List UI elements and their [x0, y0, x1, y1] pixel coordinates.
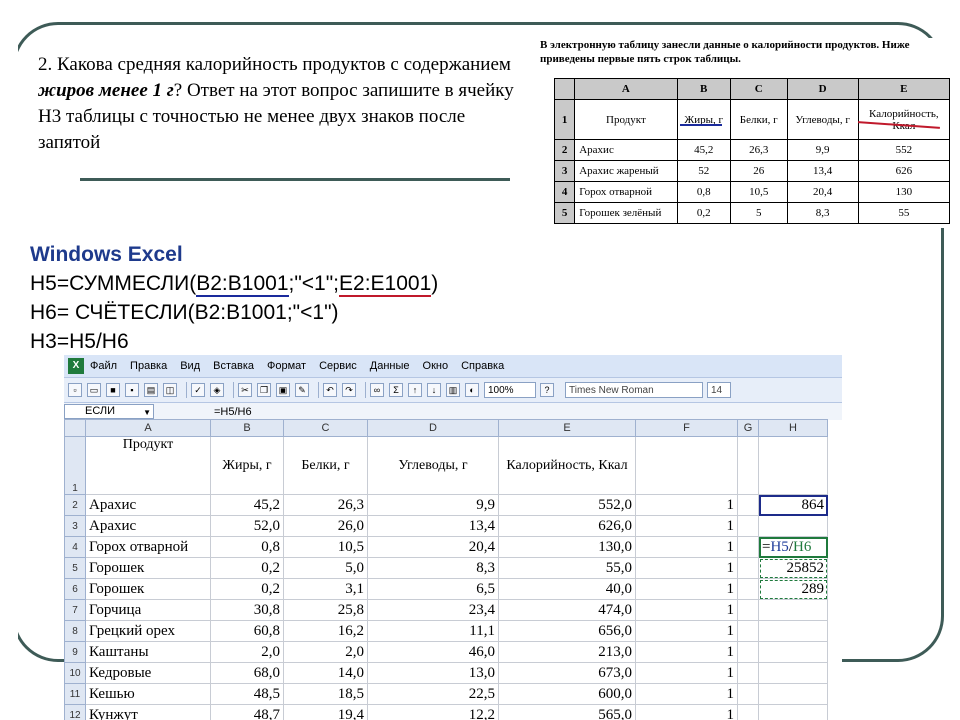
mini-table-panel: В электронную таблицу занесли данные о к…: [540, 38, 951, 228]
open-icon[interactable]: ▭: [87, 383, 101, 397]
font-size-select[interactable]: 14: [707, 382, 731, 398]
col-header-a[interactable]: A: [85, 419, 211, 437]
table-row: 4 Горох отварной 0,8 10,5 20,4 130,0 1 =…: [64, 536, 828, 558]
mini-table-row: 5 Горошек зелёный 0,2 5 8,3 55: [553, 202, 951, 224]
col-header-d[interactable]: D: [367, 419, 499, 437]
save-icon[interactable]: ■: [106, 383, 120, 397]
permission-icon[interactable]: ▪: [125, 383, 139, 397]
sort-desc-icon[interactable]: ↓: [427, 383, 441, 397]
divider-line: [80, 178, 510, 181]
formula-block: Windows Excel H5=СУММЕСЛИ(B2:B1001;"<1";…: [30, 240, 438, 356]
redo-icon[interactable]: ↷: [342, 383, 356, 397]
sort-asc-icon[interactable]: ↑: [408, 383, 422, 397]
table-row: 6 Горошек 0,2 3,1 6,5 40,0 1 289: [64, 578, 828, 600]
new-icon[interactable]: ▫: [68, 383, 82, 397]
col-header-b[interactable]: B: [210, 419, 284, 437]
menu-window[interactable]: Окно: [423, 360, 449, 372]
column-header-row: A B C D E F G H: [64, 419, 828, 437]
menu-tools[interactable]: Сервис: [319, 360, 357, 372]
col-header-g[interactable]: G: [737, 419, 759, 437]
question-emphasis: жиров менее 1 г: [38, 80, 174, 101]
menu-insert[interactable]: Вставка: [213, 360, 254, 372]
cell-h2[interactable]: 864: [758, 494, 828, 516]
cell-h4-editing[interactable]: =H5/H6: [758, 536, 828, 558]
help-icon[interactable]: ?: [540, 383, 554, 397]
mini-table-row: 2 Арахис 45,2 26,3 9,9 552: [553, 139, 951, 161]
print-icon[interactable]: ▤: [144, 383, 158, 397]
excel-window: X Файл Правка Вид Вставка Формат Сервис …: [64, 355, 842, 720]
cell-h3[interactable]: [758, 515, 828, 537]
undo-icon[interactable]: ↶: [323, 383, 337, 397]
spreadsheet-grid: A B C D E F G H 1 Продукт Жиры, г Белки,…: [64, 419, 828, 720]
fat-underline: [680, 124, 722, 126]
table-row: 2 Арахис 45,2 26,3 9,9 552,0 1 864: [64, 494, 828, 516]
research-icon[interactable]: ◈: [210, 383, 224, 397]
cell-h5[interactable]: 25852: [758, 557, 828, 579]
table-row: 7 Горчица 30,8 25,8 23,4 474,0 1: [64, 599, 828, 621]
mini-table-caption: В электронную таблицу занесли данные о к…: [540, 39, 910, 65]
formula-h5: H5=СУММЕСЛИ(B2:B1001;"<1";E2:E1001): [30, 272, 439, 297]
cut-icon[interactable]: ✂: [238, 383, 252, 397]
hyperlink-icon[interactable]: ∞: [370, 383, 384, 397]
question-text: 2. Какова средняя калорийность продуктов…: [38, 54, 514, 153]
table-row: 5 Горошек 0,2 5,0 8,3 55,0 1 25852: [64, 557, 828, 579]
menu-bar: X Файл Правка Вид Вставка Формат Сервис …: [64, 355, 842, 377]
chart-icon[interactable]: ▥: [446, 383, 460, 397]
formulas-title: Windows Excel: [30, 243, 183, 266]
format-painter-icon[interactable]: ✎: [295, 383, 309, 397]
formula-bar: ЕСЛИ ▼ =H5/H6: [64, 402, 842, 420]
name-box[interactable]: ЕСЛИ ▼: [64, 404, 154, 419]
menu-edit[interactable]: Правка: [130, 360, 167, 372]
chevron-down-icon[interactable]: ▼: [143, 406, 151, 419]
table-row: 8 Грецкий орех 60,8 16,2 11,1 656,0 1: [64, 620, 828, 642]
drawing-icon[interactable]: ◐: [465, 383, 479, 397]
excel-app-icon[interactable]: X: [68, 358, 84, 374]
autosum-icon[interactable]: Σ: [389, 383, 403, 397]
menu-help[interactable]: Справка: [461, 360, 504, 372]
col-header-c[interactable]: C: [283, 419, 368, 437]
table-row: 12 Кунжут 48,7 19,4 12,2 565,0 1: [64, 704, 828, 720]
standard-toolbar: ▫ ▭ ■ ▪ ▤ ◫ ✓ ◈ ✂ ❐ ▣ ✎ ↶ ↷ ∞ Σ ↑ ↓ ▥ ◐ …: [64, 377, 842, 402]
zoom-select[interactable]: 100%: [484, 382, 536, 398]
col-header-h[interactable]: H: [758, 419, 828, 437]
menu-format[interactable]: Формат: [267, 360, 306, 372]
paste-icon[interactable]: ▣: [276, 383, 290, 397]
copy-icon[interactable]: ❐: [257, 383, 271, 397]
menu-data[interactable]: Данные: [370, 360, 410, 372]
col-header-e[interactable]: E: [498, 419, 636, 437]
formula-h3: H3=H5/H6: [30, 330, 129, 353]
mini-table: A B C D E 1 Продукт Жиры, г Белки, г Угл…: [553, 78, 951, 224]
cell-h6[interactable]: 289: [758, 578, 828, 600]
menu-file[interactable]: Файл: [90, 360, 117, 372]
menu-view[interactable]: Вид: [180, 360, 200, 372]
formula-input[interactable]: =H5/H6: [214, 406, 252, 418]
mini-table-row: 4 Горох отварной 0,8 10,5 20,4 130: [553, 181, 951, 203]
formula-h6: H6= СЧЁТЕСЛИ(B2:B1001;"<1"): [30, 301, 339, 324]
table-row: 3 Арахис 52,0 26,0 13,4 626,0 1: [64, 515, 828, 537]
spelling-icon[interactable]: ✓: [191, 383, 205, 397]
col-header-f[interactable]: F: [635, 419, 738, 437]
mini-table-row: 3 Арахис жареный 52 26 13,4 626: [553, 160, 951, 182]
table-row: 1 Продукт Жиры, г Белки, г Углеводы, г К…: [64, 436, 828, 495]
preview-icon[interactable]: ◫: [163, 383, 177, 397]
table-row: 9 Каштаны 2,0 2,0 46,0 213,0 1: [64, 641, 828, 663]
table-row: 10 Кедровые 68,0 14,0 13,0 673,0 1: [64, 662, 828, 684]
font-select[interactable]: Times New Roman: [565, 382, 703, 398]
table-row: 11 Кешью 48,5 18,5 22,5 600,0 1: [64, 683, 828, 705]
